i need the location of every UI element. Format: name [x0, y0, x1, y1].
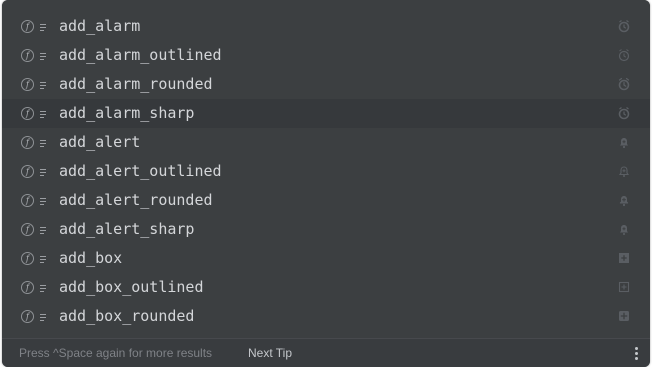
function-icon: f	[21, 281, 34, 294]
function-icon: f	[21, 252, 34, 265]
alert-sharp-icon	[620, 225, 628, 235]
field-icon	[38, 167, 48, 177]
function-icon: f	[21, 107, 34, 120]
function-icon: f	[21, 78, 34, 91]
completion-item-label: add_alert_rounded	[59, 191, 213, 209]
completion-hint: Press ^Space again for more results	[19, 346, 213, 360]
add-box-rounded-icon	[619, 311, 629, 321]
alarm-icon	[618, 20, 630, 33]
alarm-outlined-icon	[618, 49, 630, 62]
field-icon	[38, 109, 48, 119]
more-vertical-icon[interactable]	[634, 346, 638, 362]
completion-item-label: add_alert_outlined	[59, 162, 222, 180]
field-icon	[38, 51, 48, 61]
completion-item-add-box-rounded[interactable]: f add_box_rounded	[2, 302, 650, 331]
field-icon	[38, 283, 48, 293]
completion-footer: Press ^Space again for more results Next…	[2, 338, 650, 367]
next-tip-link[interactable]: Next Tip	[248, 346, 292, 360]
completion-item-add-box[interactable]: f add_box	[2, 244, 650, 273]
alert-outlined-icon	[618, 166, 630, 177]
add-box-outlined-icon	[618, 281, 630, 293]
top-cutoff	[2, 0, 650, 12]
alert-icon	[620, 138, 628, 149]
field-icon	[38, 225, 48, 235]
field-icon	[38, 312, 48, 322]
completion-item-add-alert-outlined[interactable]: f add_alert_outlined	[2, 157, 650, 186]
completion-item-add-alarm-outlined[interactable]: f add_alarm_outlined	[2, 41, 650, 70]
function-icon: f	[21, 20, 34, 33]
completion-item-add-alert-sharp[interactable]: f add_alert_sharp	[2, 215, 650, 244]
function-icon: f	[21, 223, 34, 236]
function-icon: f	[21, 49, 34, 62]
completion-item-label: add_alarm_rounded	[59, 75, 213, 93]
completion-popup: f add_alarm f add_alarm_outlined f add_a…	[2, 0, 650, 367]
field-icon	[38, 22, 48, 32]
completion-item-add-box-outlined[interactable]: f add_box_outlined	[2, 273, 650, 302]
field-icon	[38, 196, 48, 206]
completion-item-add-alarm-sharp[interactable]: f add_alarm_sharp	[2, 99, 650, 128]
completion-item-label: add_box	[59, 249, 123, 267]
cutoff-text	[56, 0, 226, 3]
alert-rounded-icon	[619, 196, 629, 207]
function-icon: f	[21, 165, 34, 178]
completion-item-label: add_box_rounded	[59, 307, 195, 325]
completion-item-label: add_alarm_sharp	[59, 104, 195, 122]
completion-item-label: add_alarm	[59, 17, 141, 35]
field-icon	[38, 138, 48, 148]
add-box-icon	[619, 253, 629, 263]
completion-list[interactable]: f add_alarm f add_alarm_outlined f add_a…	[2, 12, 650, 331]
completion-item-label: add_alarm_outlined	[59, 46, 222, 64]
completion-item-add-alert[interactable]: f add_alert	[2, 128, 650, 157]
function-icon: f	[21, 310, 34, 323]
function-icon: f	[21, 194, 34, 207]
completion-item-label: add_alert_sharp	[59, 220, 195, 238]
alarm-sharp-icon	[618, 107, 630, 120]
completion-item-label: add_box_outlined	[59, 278, 204, 296]
completion-item-label: add_alert	[59, 133, 141, 151]
field-icon	[38, 80, 48, 90]
completion-item-add-alarm[interactable]: f add_alarm	[2, 12, 650, 41]
completion-item-add-alert-rounded[interactable]: f add_alert_rounded	[2, 186, 650, 215]
alarm-rounded-icon	[618, 77, 630, 91]
field-icon	[38, 254, 48, 264]
function-icon: f	[21, 136, 34, 149]
completion-item-add-alarm-rounded[interactable]: f add_alarm_rounded	[2, 70, 650, 99]
